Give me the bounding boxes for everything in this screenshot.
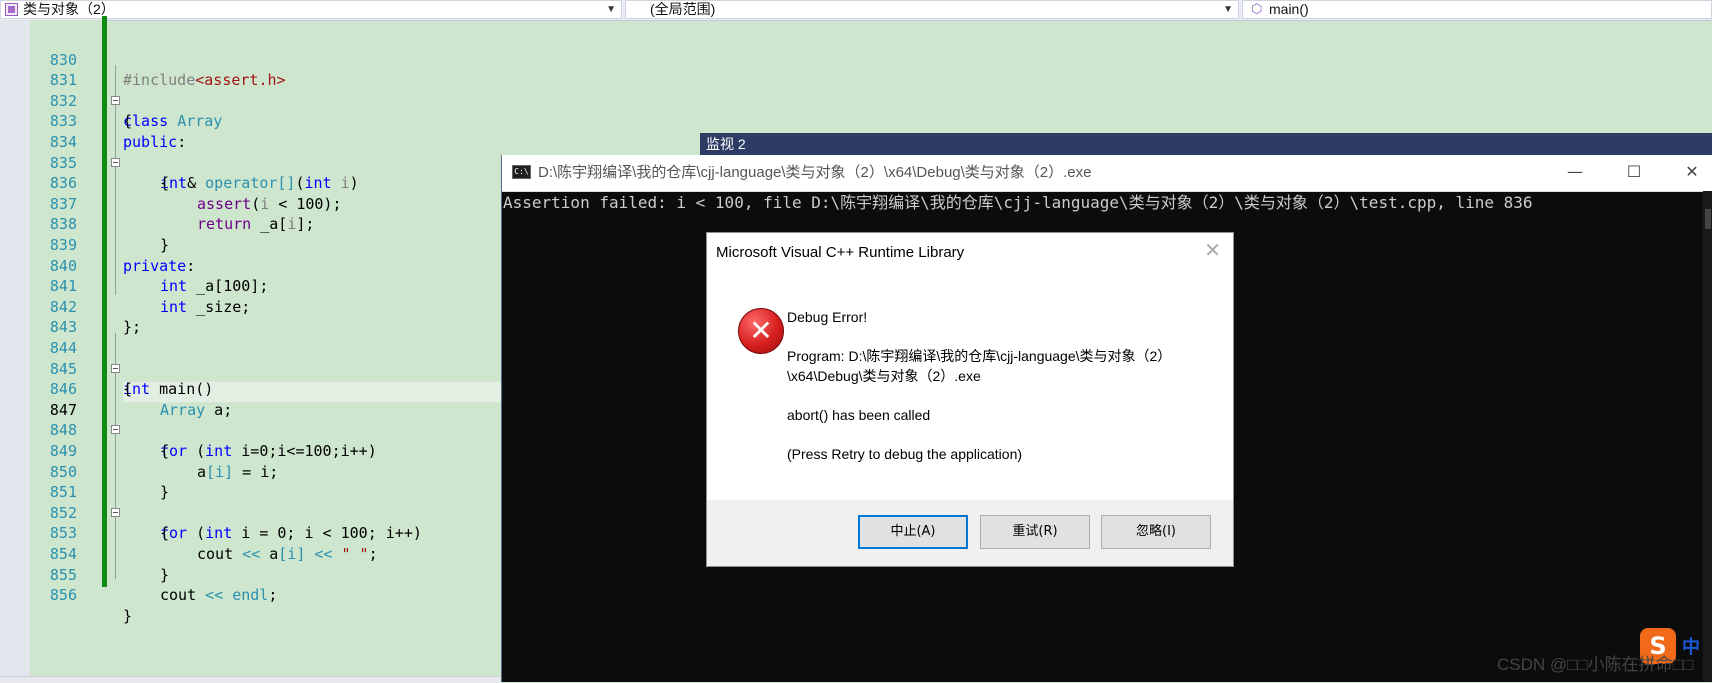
dialog-title: Microsoft Visual C++ Runtime Library [716,244,965,261]
code-line: 841 int _size; [0,256,501,316]
abort-button[interactable]: 中止(A) [858,515,968,549]
code-line: 837 return _a[i]; [0,173,501,234]
chevron-down-icon: ▼ [1223,4,1233,15]
console-app-icon: C:\ [512,165,531,179]
console-title-bar[interactable]: C:\ D:\陈宇翔编译\我的仓库\cjj-language\类与对象（2）\x… [502,155,1712,192]
code-line: 844 int main() [0,317,501,398]
code-line: 833 public: [0,91,501,151]
class-icon [5,3,18,16]
code-line: 836 assert(i < 100); [0,153,501,213]
maximize-button[interactable]: ☐ [1611,155,1657,191]
code-token: } [123,606,133,625]
console-title: D:\陈宇翔编译\我的仓库\cjj-language\类与对象（2）\x64\D… [538,164,1092,181]
code-token: << [196,586,233,605]
dialog-close-button[interactable]: ✕ [1204,241,1221,261]
dialog-program-path-cont: \x64\Debug\类与对象（2）.exe [787,368,981,384]
code-line: 851 for (int i = 0; i < 100; i++) [0,462,501,542]
code-line: 835 { [0,132,501,193]
code-token: cout [160,586,197,605]
code-line: 854 } [0,523,501,584]
code-line: 842 }; [0,276,501,337]
code-token: endl [232,586,269,605]
code-line: 838 } [0,194,501,254]
code-token: ; [268,586,278,605]
project-dropdown[interactable]: 类与对象（2） ▼ [0,0,622,19]
code-line: 848 { [0,400,501,460]
runtime-error-dialog: Microsoft Visual C++ Runtime Library ✕ ✕… [706,232,1234,567]
console-output: Assertion failed: i < 100, file D:\陈宇翔编译… [503,193,1533,212]
navigation-bar: 类与对象（2） ▼ (全局范围) ▼ ⬡ main() [0,0,1712,21]
scope-dropdown[interactable]: (全局范围) ▼ [625,0,1239,19]
minimize-button[interactable]: — [1552,155,1598,191]
watch-window-title[interactable]: 监视 2 [700,133,1712,155]
dialog-program-path: Program: D:\陈宇翔编译\我的仓库\cjj-language\类与对象… [787,348,1172,364]
member-dropdown-label: main() [1269,1,1309,17]
code-line: 849 a[i] = i; [0,420,501,481]
code-line: 856 } [0,565,501,625]
ignore-button[interactable]: 忽略(I) [1101,515,1211,549]
dialog-message: Debug Error! Program: D:\陈宇翔编译\我的仓库\cjj-… [787,307,1217,464]
code-line: 834 int& operator[](int i) [0,111,501,192]
code-line: 853 cout << a[i] << " "; [0,503,501,563]
code-line: 850 } [0,441,501,502]
dialog-hint: (Press Retry to debug the application) [787,446,1023,462]
code-line: 846 Array a; [0,359,501,419]
dialog-button-bar: 中止(A) 重试(R) 忽略(I) [707,500,1233,566]
member-dropdown[interactable]: ⬡ main() [1242,0,1712,19]
dialog-abort-message: abort() has been called [787,407,931,423]
error-icon: ✕ [738,308,784,354]
console-scrollbar[interactable] [1703,191,1712,682]
scope-dropdown-label: (全局范围) [650,1,716,17]
line-number: 856 [49,586,77,605]
code-line: 855 cout << endl; [0,544,501,605]
code-line: 852 { [0,482,501,543]
code-line: 832 { [0,70,501,131]
code-line: 847 for (int i=0;i<=100;i++) [0,379,501,460]
error-icon-glyph: ✕ [749,314,773,347]
cube-icon: ⬡ [1251,1,1263,16]
close-button[interactable]: ✕ [1669,155,1712,191]
code-line: 831 class Array [0,50,501,130]
retry-button[interactable]: 重试(R) [980,515,1090,549]
csdn-watermark: CSDN @□□小陈在拼命□□ [1497,655,1694,674]
dialog-heading: Debug Error! [787,309,868,325]
code-line: 843 [0,297,501,336]
code-line: 840 int _a[100]; [0,235,501,296]
chevron-down-icon: ▼ [606,4,616,15]
scrollbar-thumb[interactable] [1705,209,1711,229]
code-line: 845 { [0,338,501,399]
code-line: 830 #include<assert.h> [0,29,501,90]
code-line: 839 private: [0,214,501,275]
